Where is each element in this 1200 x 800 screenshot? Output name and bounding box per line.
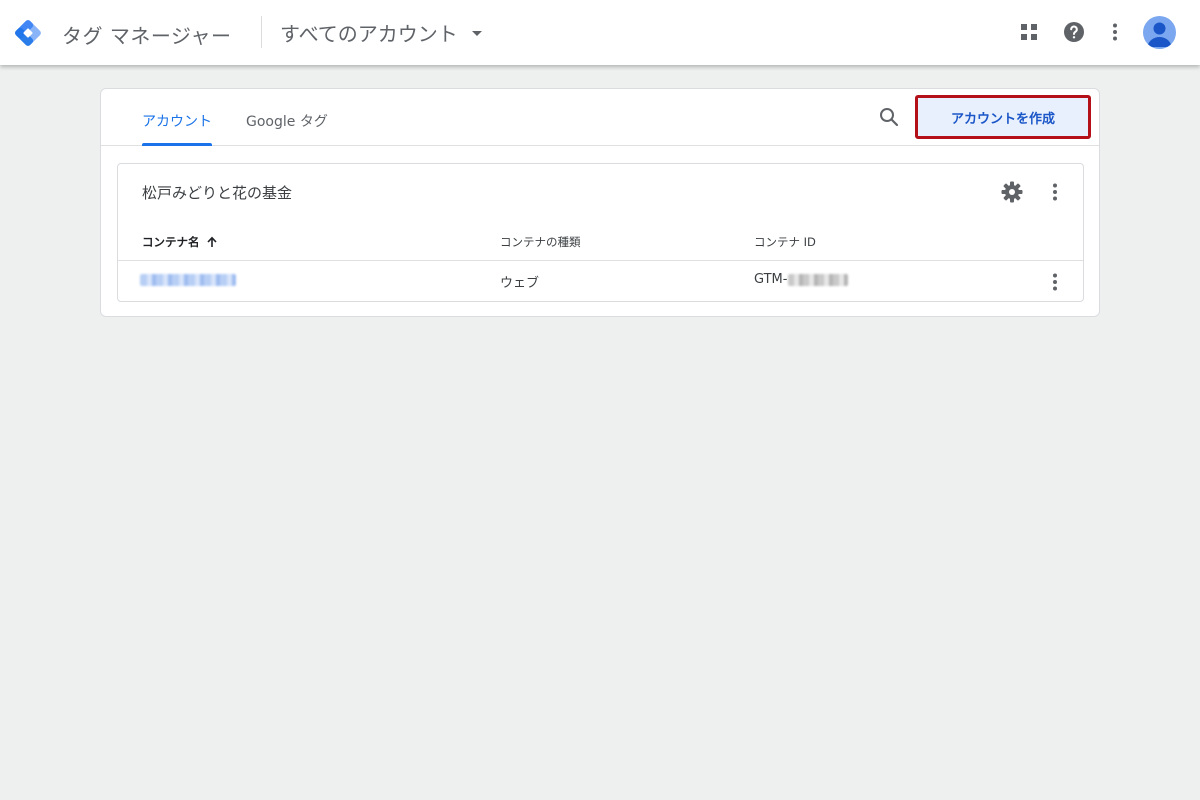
tag-manager-logo-icon[interactable]	[12, 17, 44, 49]
app-title: タグ マネージャー	[62, 24, 232, 48]
container-id-cell: GTM-	[754, 272, 849, 287]
create-account-button[interactable]: アカウントを作成	[915, 95, 1091, 139]
tab-accounts[interactable]: アカウント	[142, 111, 212, 146]
column-header-label: コンテナ名	[142, 235, 200, 249]
apps-grid-icon[interactable]	[1017, 20, 1041, 44]
more-vert-icon[interactable]	[1103, 20, 1127, 44]
account-more-vert-icon[interactable]	[1043, 180, 1067, 204]
sort-ascending-arrow-icon	[206, 236, 217, 247]
container-id-redacted	[788, 273, 849, 286]
dropdown-caret-icon	[471, 30, 482, 36]
account-name: 松戸みどりと花の基金	[142, 184, 293, 202]
header-divider	[261, 16, 262, 48]
search-icon[interactable]	[877, 105, 901, 129]
container-id-prefix: GTM-	[754, 272, 788, 287]
container-type-cell: ウェブ	[500, 276, 540, 291]
account-switcher-label: すべてのアカウント	[280, 21, 458, 46]
row-more-vert-icon[interactable]	[1043, 270, 1067, 294]
gear-icon[interactable]	[1000, 180, 1024, 204]
app-bar: タグ マネージャー すべてのアカウント	[0, 0, 1200, 65]
accounts-card: アカウント Google タグ アカウントを作成 松戸みどりと花の基金 コンテナ…	[100, 88, 1100, 317]
table-divider	[118, 260, 1083, 261]
column-header-container-name[interactable]: コンテナ名	[142, 234, 218, 250]
help-icon[interactable]	[1062, 20, 1086, 44]
container-name-link-redacted[interactable]	[140, 274, 236, 286]
tab-google-tag[interactable]: Google タグ	[246, 111, 328, 146]
account-avatar-icon[interactable]	[1143, 16, 1176, 49]
tab-bar: アカウント Google タグ アカウントを作成	[101, 89, 1099, 146]
column-header-container-id[interactable]: コンテナ ID	[754, 234, 816, 250]
account-panel: 松戸みどりと花の基金 コンテナ名 コンテナの種類 コンテナ ID ウェブ GTM…	[117, 163, 1084, 302]
column-header-container-type[interactable]: コンテナの種類	[500, 234, 581, 250]
account-switcher[interactable]: すべてのアカウント	[280, 17, 482, 47]
